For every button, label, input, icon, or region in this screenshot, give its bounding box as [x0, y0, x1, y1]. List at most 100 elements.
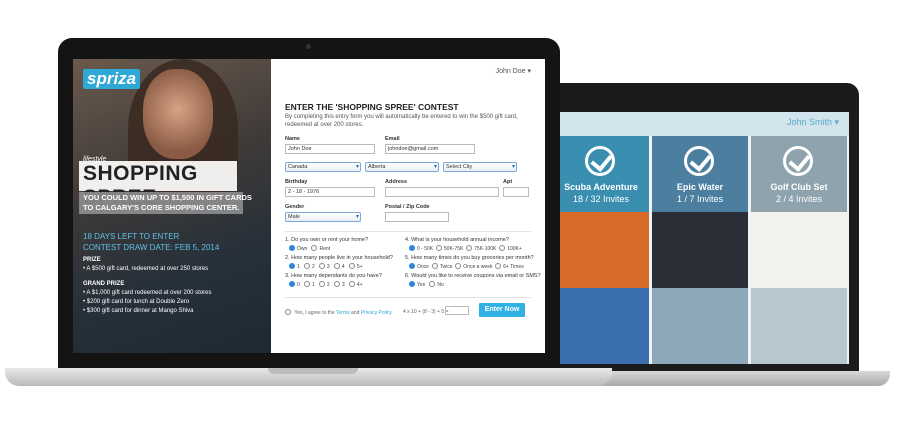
- radio-icon[interactable]: [409, 263, 415, 269]
- radio-icon[interactable]: [318, 281, 325, 287]
- form-description: By completing this entry form you will a…: [285, 114, 518, 128]
- radio-icon[interactable]: [409, 281, 415, 287]
- reward-tile[interactable]: [652, 288, 748, 364]
- divider: [285, 231, 531, 232]
- spriza-logo: spriza: [83, 69, 141, 89]
- radio-icon[interactable]: [303, 263, 310, 269]
- radio-icon[interactable]: [429, 281, 436, 287]
- question-6: 6. Would you like to receive coupons via…: [405, 273, 541, 279]
- radio-icon[interactable]: [431, 263, 438, 269]
- promo-subtitle: YOU COULD WIN UP TO $1,500 IN GIFT CARDS…: [83, 193, 252, 212]
- question-1: 1. Do you own or rent your home?: [285, 237, 369, 243]
- draw-date: CONTEST DRAW DATE: FEB 5, 2014: [83, 243, 220, 252]
- camera-icon: [306, 44, 311, 49]
- tile-title: Golf Club Set: [770, 182, 828, 192]
- city-select[interactable]: Select City: [443, 162, 517, 172]
- birthday-label: Birthday: [285, 179, 308, 185]
- captcha-input[interactable]: [445, 306, 469, 315]
- radio-icon[interactable]: [289, 245, 295, 251]
- grand-prize-item: • $300 gift card for dinner at Mango Shi…: [83, 308, 194, 314]
- entry-form: John Doe ▾ ENTER THE 'SHOPPING SPREE' CO…: [271, 59, 545, 353]
- model-face: [143, 69, 213, 159]
- reward-tile[interactable]: [553, 288, 649, 364]
- rewards-grid: Scuba Adventure 18 / 32 Invites Epic Water…: [553, 136, 849, 364]
- postal-field[interactable]: [385, 212, 449, 222]
- prize-heading: PRIZE: [83, 257, 101, 263]
- reward-tile[interactable]: [652, 212, 748, 290]
- tile-invites: 2 / 4 Invites: [775, 194, 823, 204]
- terms-link[interactable]: Terms: [336, 310, 350, 316]
- enter-now-button[interactable]: Enter Now: [479, 303, 525, 317]
- name-label: Name: [285, 136, 300, 142]
- promo-panel: spriza lifestyle SHOPPING SPREE YOU COUL…: [73, 59, 271, 353]
- radio-icon[interactable]: [311, 245, 318, 251]
- reward-tile[interactable]: Epic Water 1 / 7 Invites: [652, 136, 748, 214]
- user-menu[interactable]: John Doe ▾: [496, 67, 531, 75]
- divider: [285, 297, 531, 298]
- tile-invites: 18 / 32 Invites: [572, 194, 630, 204]
- reward-tile[interactable]: Scuba Adventure 18 / 32 Invites: [553, 136, 649, 214]
- captcha-equation: 4 x 10 + (8 - 3) + 5 =: [403, 309, 449, 315]
- tile-invites: 1 / 7 Invites: [676, 194, 724, 204]
- reward-tile[interactable]: Golf Club Set 2 / 4 Invites: [751, 136, 847, 214]
- radio-icon[interactable]: [289, 281, 295, 287]
- q2-options: 1 2 3 4 5+: [289, 263, 363, 270]
- laptop-notch: [268, 368, 358, 374]
- prize-list: PRIZE • A $500 gift card, redeemed at ov…: [83, 256, 212, 316]
- tile-title: Scuba Adventure: [564, 182, 638, 192]
- reward-tile[interactable]: [553, 212, 649, 290]
- radio-icon[interactable]: [289, 263, 295, 269]
- email-label: Email: [385, 136, 400, 142]
- gender-select[interactable]: Male: [285, 212, 361, 222]
- q4-options: 0 - 50K 50K-75K 75K-100K 100K+: [409, 245, 522, 252]
- radio-icon[interactable]: [303, 281, 310, 287]
- radio-icon[interactable]: [499, 245, 506, 251]
- deadline-text: 18 DAYS LEFT TO ENTER CONTEST DRAW DATE:…: [83, 231, 219, 253]
- q5-options: Once Twice Once a week 6+ Times: [409, 263, 524, 270]
- q6-options: Yes No: [409, 281, 444, 288]
- front-laptop-screen: spriza lifestyle SHOPPING SPREE YOU COUL…: [73, 59, 545, 353]
- gender-label: Gender: [285, 204, 305, 210]
- q1-options: Own Rent: [289, 245, 330, 252]
- reward-tile[interactable]: [751, 212, 847, 290]
- birthday-field[interactable]: 2 - 18 - 1976: [285, 187, 375, 197]
- privacy-link[interactable]: Privacy Policy: [361, 310, 392, 316]
- radio-icon[interactable]: [455, 263, 462, 269]
- reward-tile[interactable]: [751, 288, 847, 364]
- radio-icon[interactable]: [348, 263, 355, 269]
- grand-prize-item: • $200 gift card for lunch at Double Zer…: [83, 299, 190, 305]
- question-4: 4. What is your household annual income?: [405, 237, 509, 243]
- checkbox-icon[interactable]: [285, 309, 291, 315]
- question-5: 5. How many times do you buy groceries p…: [405, 255, 534, 261]
- country-select[interactable]: Canada: [285, 162, 361, 172]
- radio-icon[interactable]: [466, 245, 473, 251]
- address-field[interactable]: [385, 187, 499, 197]
- agree-checkbox-row[interactable]: Yes, I agree to the Terms and Privacy Po…: [285, 309, 392, 316]
- apt-field[interactable]: [503, 187, 529, 197]
- radio-icon[interactable]: [333, 281, 340, 287]
- check-circle-icon: [585, 146, 615, 176]
- postal-label: Postal / Zip Code: [385, 204, 430, 210]
- question-3: 3. How many dependants do you have?: [285, 273, 382, 279]
- name-field[interactable]: John Doe: [285, 144, 375, 154]
- question-2: 2. How many people live in your househol…: [285, 255, 393, 261]
- check-circle-icon: [783, 146, 813, 176]
- back-user-menu[interactable]: John Smith ▾: [787, 117, 839, 128]
- radio-icon[interactable]: [348, 281, 355, 287]
- radio-icon[interactable]: [333, 263, 340, 269]
- grand-prize-heading: GRAND PRIZE: [83, 281, 125, 287]
- apt-label: Apt: [503, 179, 513, 185]
- tile-title: Epic Water: [676, 182, 724, 192]
- radio-icon[interactable]: [435, 245, 442, 251]
- email-field[interactable]: johndoe@gmail.com: [385, 144, 475, 154]
- back-laptop-screen: John Smith ▾ Scuba Adventure 18 / 32 Invi…: [553, 112, 849, 364]
- radio-icon[interactable]: [495, 263, 502, 269]
- radio-icon[interactable]: [409, 245, 415, 251]
- address-label: Address: [385, 179, 408, 185]
- days-left: 18 DAYS LEFT TO ENTER: [83, 232, 180, 241]
- province-select[interactable]: Alberta: [365, 162, 439, 172]
- check-circle-icon: [684, 146, 714, 176]
- radio-icon[interactable]: [318, 263, 325, 269]
- form-title: ENTER THE 'SHOPPING SPREE' CONTEST: [285, 102, 459, 112]
- back-header: John Smith ▾: [553, 112, 849, 136]
